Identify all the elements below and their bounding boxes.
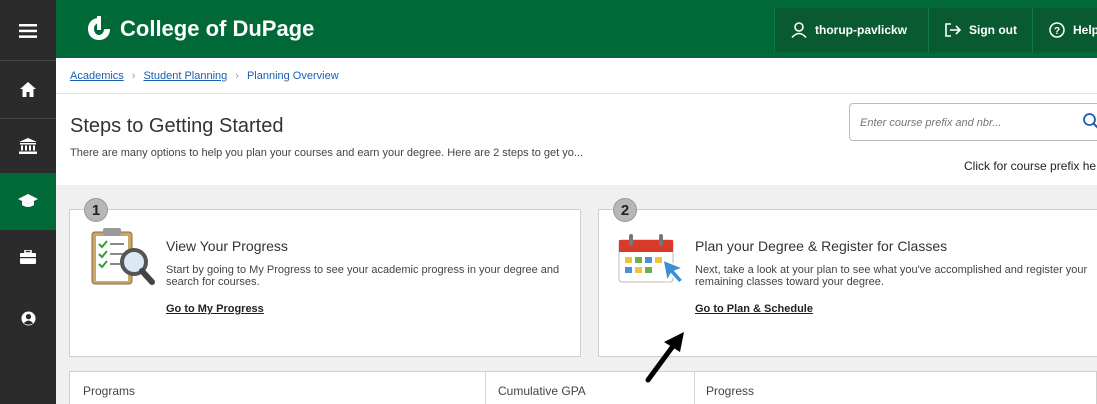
search-icon (1083, 113, 1097, 129)
user-menu-button[interactable]: thorup-pavlickw (774, 8, 928, 52)
step-number-badge: 1 (84, 198, 108, 222)
help-label: Help (1073, 23, 1097, 37)
menu-button[interactable] (0, 6, 56, 56)
help-button[interactable]: ? Help (1032, 8, 1097, 52)
course-search-input[interactable] (860, 113, 1060, 133)
column-divider (485, 372, 486, 404)
help-icon: ? (1049, 22, 1065, 38)
college-logo[interactable]: College of DuPage (86, 14, 314, 44)
go-to-plan-schedule-link[interactable]: Go to Plan & Schedule (695, 303, 813, 315)
breadcrumb-planning-overview: Planning Overview (246, 69, 339, 82)
progress-checklist-icon (88, 226, 158, 295)
college-logo-icon (88, 16, 110, 40)
step-card-title: Plan your Degree & Register for Classes (695, 238, 948, 254)
annotation-arrow-icon (645, 332, 684, 383)
column-divider (694, 372, 695, 404)
breadcrumb-separator: › (131, 69, 136, 82)
page-subtitle: There are many options to help you plan … (70, 147, 584, 159)
breadcrumb-student-planning[interactable]: Student Planning (143, 70, 227, 82)
search-button[interactable] (1082, 112, 1097, 135)
step-card-progress: 1 View Your Progress Start by going to M… (69, 198, 581, 357)
bank-icon (19, 137, 37, 154)
step-card-description: Start by going to My Progress to see you… (166, 264, 560, 288)
nav-profile[interactable] (0, 290, 56, 346)
briefcase-icon (20, 250, 36, 264)
graduation-cap-icon (18, 194, 38, 207)
page-title: Steps to Getting Started (70, 115, 284, 137)
step-card-description: Next, take a look at your plan to see wh… (695, 264, 1088, 288)
nav-employment[interactable] (0, 229, 56, 285)
programs-table-header: Programs Cumulative GPA Progress (69, 371, 1097, 404)
hamburger-menu-icon (19, 24, 37, 38)
user-circle-icon (20, 310, 36, 326)
logo-text: College of DuPage (120, 16, 315, 41)
course-search (849, 103, 1097, 141)
step-number-badge: 2 (613, 198, 637, 222)
svg-text:?: ? (1054, 26, 1060, 37)
top-header: College of DuPage thorup-pavlickw Sign o… (56, 0, 1097, 58)
step-card-title: View Your Progress (166, 238, 288, 254)
go-to-my-progress-link[interactable]: Go to My Progress (166, 303, 264, 315)
calendar-icon (617, 226, 689, 295)
user-name: thorup-pavlickw (815, 23, 908, 37)
breadcrumb-separator: › (235, 69, 239, 82)
sign-out-label: Sign out (969, 23, 1017, 37)
steps-header: Steps to Getting Started There are many … (56, 95, 1097, 185)
sign-out-icon (945, 23, 961, 37)
breadcrumb: Academics › Student Planning › Planning … (56, 58, 1097, 94)
nav-rail (0, 0, 56, 404)
column-header-programs: Programs (83, 384, 136, 398)
nav-home[interactable] (0, 60, 56, 118)
column-header-cumulative-gpa: Cumulative GPA (498, 384, 586, 398)
column-header-progress: Progress (706, 384, 755, 398)
home-icon (20, 81, 36, 97)
course-prefix-help-link[interactable]: Click for course prefix he (964, 159, 1096, 173)
breadcrumb-academics[interactable]: Academics (70, 70, 124, 82)
nav-academics[interactable] (0, 173, 56, 229)
user-icon (791, 22, 807, 38)
nav-finance[interactable] (0, 118, 56, 173)
content-area: 1 View Your Progress Start by going to M… (56, 185, 1097, 404)
sign-out-button[interactable]: Sign out (928, 8, 1032, 52)
